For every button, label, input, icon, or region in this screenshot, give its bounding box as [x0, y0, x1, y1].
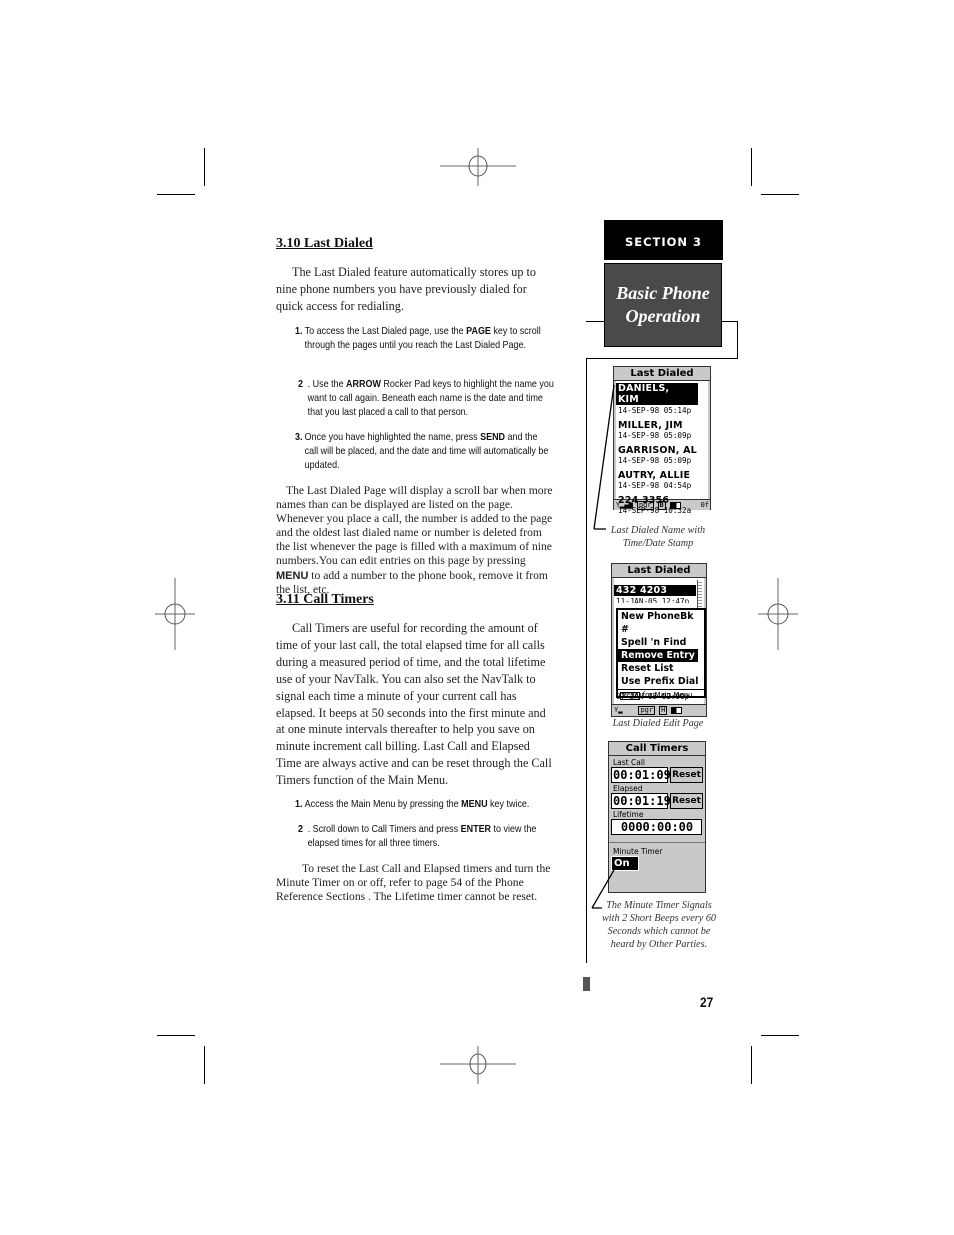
- connector-line: [586, 358, 738, 359]
- call-timers-closing: To reset the Last Call and Elapsed timer…: [276, 862, 551, 904]
- options-menu: New PhoneBk # Spell 'n Find Remove Entry Re…: [616, 608, 706, 700]
- thumb-tab-marker: [583, 977, 590, 991]
- last-dialed-screen: Last Dialed DANIELS, KIM 14-SEP-98 05:14p…: [613, 366, 711, 515]
- h-indicator: H: [659, 705, 668, 715]
- battery-icon: [669, 501, 681, 509]
- registration-mark-top: [440, 148, 516, 186]
- crop-mark: [761, 1035, 799, 1036]
- elapsed-value: 00:01:19: [611, 793, 671, 809]
- signal-strength-icon: Y▂: [614, 706, 623, 714]
- registration-mark-bottom: [440, 1046, 516, 1084]
- last-dialed-caption: Last Dialed Name with Time/Date Stamp: [610, 525, 706, 549]
- call-timers-screen: Call Timers Last Call 00:01:09 Reset Ela…: [608, 741, 706, 893]
- menu-item[interactable]: Use Prefix Dial: [618, 675, 704, 688]
- page-number: 27: [700, 994, 714, 1010]
- status-bar: Y▂▄▆ pgr B 0f: [614, 499, 710, 510]
- last-dialed-entry-name[interactable]: AUTRY, ALLIE: [616, 470, 708, 481]
- call-timers-step-2: 2 . Scroll down to Call Timers and press…: [298, 824, 537, 849]
- call-timers-intro: Call Timers are useful for recording the…: [276, 621, 552, 788]
- crop-mark: [761, 194, 799, 195]
- lifetime-value: 0000:00:00: [611, 819, 702, 835]
- last-dialed-entry-stamp: 14-SEP-98 05:14p: [618, 406, 692, 415]
- connector-line: [722, 321, 737, 322]
- crop-mark: [751, 1046, 752, 1084]
- screen-title: Last Dialed: [614, 367, 710, 381]
- status-bar: Y▂ pgr H: [612, 704, 706, 715]
- call-timers-step-1: 1. Access the Main Menu by pressing the …: [295, 799, 530, 810]
- last-dialed-entry-stamp: 14-SEP-98 05:09p: [618, 431, 692, 440]
- last-dialed-step-1: 1. To access the Last Dialed page, use t…: [295, 326, 541, 351]
- sidebar-rule: [586, 358, 587, 963]
- b-indicator: B: [657, 500, 666, 510]
- edit-page-caption: Last Dialed Edit Page: [612, 718, 704, 729]
- battery-icon: [671, 706, 683, 714]
- last-dialed-step-2: 2 . Use the ARROW Rocker Pad keys to hig…: [298, 379, 554, 418]
- screen-title: Call Timers: [609, 742, 705, 756]
- menu-item[interactable]: New PhoneBk #: [618, 610, 704, 636]
- minute-timer-caption: The Minute Timer Signals with 2 Short Be…: [601, 900, 717, 950]
- menu-item[interactable]: Remove Entry: [618, 649, 698, 662]
- section-tab: SECTION 3: [604, 220, 723, 260]
- registration-mark-left: [155, 578, 195, 650]
- menu-item[interactable]: Spell 'n Find: [618, 636, 704, 649]
- connector-line: [586, 321, 604, 322]
- reset-elapsed-button[interactable]: Reset: [670, 793, 703, 809]
- registration-mark-right: [758, 578, 798, 650]
- highlighted-entry[interactable]: 432 4203: [614, 585, 696, 596]
- callout-pointer: [593, 384, 615, 530]
- last-dialed-entry-name[interactable]: DANIELS, KIM: [616, 383, 698, 405]
- crop-mark: [157, 194, 195, 195]
- section-title: Basic Phone Operation: [604, 263, 722, 347]
- last-dialed-entry-stamp: 14-SEP-98 05:09p: [618, 456, 692, 465]
- last-dialed-entry-stamp: 14-SEP-98 04:54p: [618, 481, 692, 490]
- connector-line: [737, 321, 738, 359]
- last-dialed-step-3: 3. Once you have highlighted the name, p…: [295, 432, 549, 471]
- pager-icon: pgr: [636, 500, 654, 510]
- last-dialed-entry-name[interactable]: MILLER, JIM: [616, 420, 708, 431]
- last-dialed-entry-name[interactable]: GARRISON, AL: [616, 445, 708, 456]
- last-dialed-edit-screen: Last Dialed 432 4203 11-JAN-05 12:47p Ne…: [611, 563, 707, 717]
- crop-mark: [751, 148, 752, 186]
- pager-icon: pgr: [638, 705, 656, 715]
- last-dialed-intro: The Last Dialed feature automatically st…: [276, 265, 536, 313]
- section-heading-last-dialed: 3.10 Last Dialed: [276, 236, 373, 251]
- crop-mark: [204, 148, 205, 186]
- screen-title: Last Dialed: [612, 564, 706, 578]
- reset-last-call-button[interactable]: Reset: [670, 767, 703, 783]
- last-dialed-closing: The Last Dialed Page will display a scro…: [276, 484, 553, 596]
- last-call-value: 00:01:09: [611, 767, 671, 783]
- menu-item[interactable]: Reset List: [618, 662, 704, 675]
- crop-mark: [157, 1035, 195, 1036]
- crop-mark: [204, 1046, 205, 1084]
- section-heading-call-timers: 3.11 Call Timers: [276, 592, 374, 607]
